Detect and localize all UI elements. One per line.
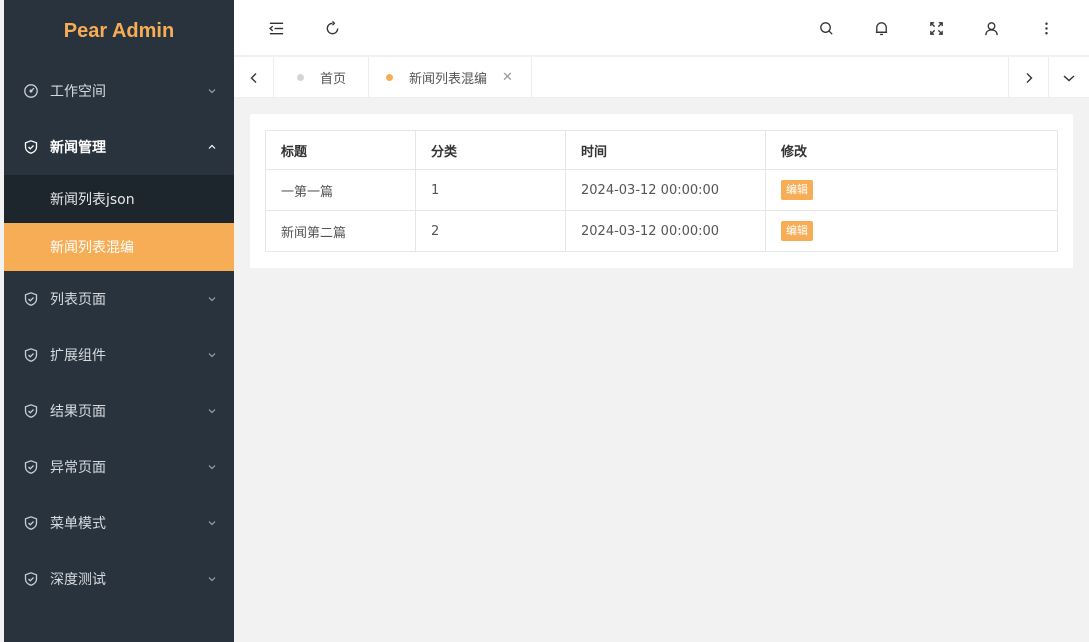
column-header-edit: 修改 xyxy=(765,130,1058,170)
shield-icon xyxy=(23,515,39,531)
sidebar-item-label: 结果页面 xyxy=(50,404,106,420)
user-icon[interactable] xyxy=(979,16,1003,40)
tab-dropdown-icon[interactable] xyxy=(1048,57,1088,98)
sidebar-item-label: 异常页面 xyxy=(50,460,106,476)
column-header-time: 时间 xyxy=(565,130,766,170)
fullscreen-icon[interactable] xyxy=(924,16,948,40)
shield-icon xyxy=(23,347,39,363)
cell-time: 2024-03-12 00:00:00 xyxy=(565,169,766,211)
tab-label: 新闻列表混编 xyxy=(409,72,488,87)
chevron-up-icon xyxy=(206,141,218,153)
sidebar-item-error-pages[interactable]: 异常页面 xyxy=(4,439,234,495)
tab-scroll-right-icon[interactable] xyxy=(1008,57,1048,98)
tab-home[interactable]: 首页 xyxy=(274,57,370,98)
content-card: 标题 分类 时间 修改 一第一篇 1 2024-03-12 00:00:00 编… xyxy=(250,114,1073,268)
table-header-row: 标题 分类 时间 修改 xyxy=(265,130,1058,170)
sidebar-item-depth-test[interactable]: 深度测试 xyxy=(4,551,234,607)
column-header-title: 标题 xyxy=(265,130,416,170)
top-header xyxy=(234,0,1089,56)
tab-status-dot xyxy=(297,74,304,81)
chevron-down-icon xyxy=(206,517,218,529)
search-icon[interactable] xyxy=(814,16,838,40)
cell-action: 编辑 xyxy=(765,169,1058,211)
sidebar-item-workspace[interactable]: 工作空间 xyxy=(4,63,234,119)
column-header-category: 分类 xyxy=(415,130,566,170)
sidebar-item-label: 深度测试 xyxy=(50,572,106,588)
chevron-down-icon xyxy=(206,405,218,417)
app-logo-title[interactable]: Pear Admin xyxy=(4,0,234,63)
chevron-down-icon xyxy=(206,573,218,585)
shield-icon xyxy=(23,403,39,419)
sidebar-item-menu-mode[interactable]: 菜单模式 xyxy=(4,495,234,551)
sidebar: Pear Admin 工作空间 新闻管理 新闻列表json 新闻列表混编 列表页… xyxy=(4,0,234,642)
tab-label: 首页 xyxy=(320,72,347,87)
sidebar-item-label: 菜单模式 xyxy=(50,516,106,532)
tab-bar: 首页 新闻列表混编 ✕ xyxy=(234,57,1089,98)
chevron-down-icon xyxy=(206,293,218,305)
close-icon[interactable]: ✕ xyxy=(502,70,513,85)
dashboard-icon xyxy=(23,83,39,99)
refresh-icon[interactable] xyxy=(320,16,344,40)
shield-icon xyxy=(23,459,39,475)
cell-title: 一第一篇 xyxy=(265,169,416,211)
submenu-news: 新闻列表json 新闻列表混编 xyxy=(4,175,234,271)
sidebar-item-news-management[interactable]: 新闻管理 xyxy=(4,119,234,175)
cell-title: 新闻第二篇 xyxy=(265,210,416,252)
tab-news-list-mixed[interactable]: 新闻列表混编 ✕ xyxy=(371,57,532,98)
tab-status-dot xyxy=(386,74,393,81)
shield-icon xyxy=(23,571,39,587)
chevron-down-icon xyxy=(206,85,218,97)
table-row: 一第一篇 1 2024-03-12 00:00:00 编辑 xyxy=(265,169,1058,211)
sidebar-subitem-news-list-mixed[interactable]: 新闻列表混编 xyxy=(4,223,234,271)
tab-scroll-left-icon[interactable] xyxy=(234,57,274,98)
sidebar-item-list-pages[interactable]: 列表页面 xyxy=(4,271,234,327)
cell-action: 编辑 xyxy=(765,210,1058,252)
sidebar-item-result-pages[interactable]: 结果页面 xyxy=(4,383,234,439)
sidebar-item-label: 新闻管理 xyxy=(50,140,106,156)
cell-category: 1 xyxy=(415,169,566,211)
cell-category: 2 xyxy=(415,210,566,252)
sidebar-subitem-news-list-json[interactable]: 新闻列表json xyxy=(4,175,234,223)
chevron-down-icon xyxy=(206,461,218,473)
news-table: 标题 分类 时间 修改 一第一篇 1 2024-03-12 00:00:00 编… xyxy=(265,130,1058,252)
sidebar-item-label: 列表页面 xyxy=(50,292,106,308)
chevron-down-icon xyxy=(206,349,218,361)
shield-icon xyxy=(23,291,39,307)
sidebar-item-label: 扩展组件 xyxy=(50,348,106,364)
more-vertical-icon[interactable] xyxy=(1034,16,1058,40)
table-row: 新闻第二篇 2 2024-03-12 00:00:00 编辑 xyxy=(265,210,1058,252)
menu-collapse-icon[interactable] xyxy=(264,16,288,40)
sidebar-item-label: 工作空间 xyxy=(50,84,106,100)
bell-icon[interactable] xyxy=(869,16,893,40)
edit-button[interactable]: 编辑 xyxy=(781,180,813,200)
shield-icon xyxy=(23,139,39,155)
edit-button[interactable]: 编辑 xyxy=(781,221,813,241)
cell-time: 2024-03-12 00:00:00 xyxy=(565,210,766,252)
sidebar-item-extension-components[interactable]: 扩展组件 xyxy=(4,327,234,383)
